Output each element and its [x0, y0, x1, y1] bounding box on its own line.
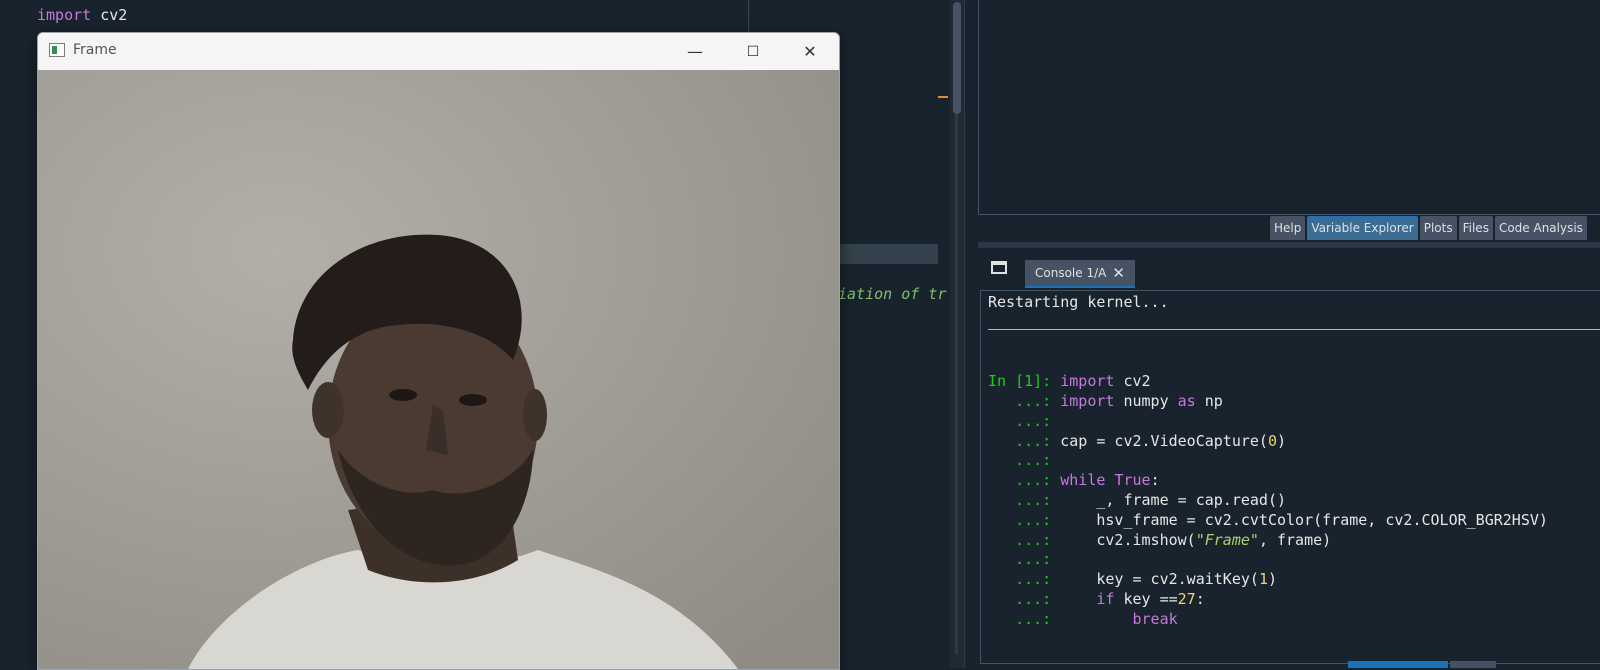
- close-icon[interactable]: ✕: [1112, 264, 1125, 282]
- bottom-tab-active[interactable]: [1348, 661, 1448, 668]
- maximize-button[interactable]: ☐: [724, 33, 782, 70]
- continuation-line: ...:: [988, 411, 1061, 430]
- console-output[interactable]: Restarting kernel... In [1]: import cv2 …: [980, 290, 1600, 664]
- tab-code-analysis[interactable]: Code Analysis: [1494, 216, 1587, 240]
- console-tab-label: Console 1/A: [1035, 266, 1107, 280]
- window-title: Frame: [73, 42, 117, 58]
- continuation-line: ...: cv2.imshow("Frame", frame): [988, 530, 1332, 549]
- tab-files[interactable]: Files: [1458, 216, 1493, 240]
- continuation-line: ...:: [988, 451, 1061, 470]
- keyword: import: [37, 6, 92, 24]
- continuation-line: ...: cap = cv2.VideoCapture(0): [988, 431, 1287, 450]
- input-prompt-line: In [1]: import cv2: [988, 372, 1151, 391]
- console-lines: Restarting kernel... In [1]: import cv2 …: [988, 293, 1548, 630]
- warning-marker: [938, 96, 948, 98]
- window-titlebar[interactable]: Frame — ☐ ✕: [38, 33, 839, 70]
- continuation-line: ...: if key ==27:: [988, 589, 1205, 608]
- frame-window[interactable]: Frame — ☐ ✕: [37, 32, 840, 670]
- webcam-frame: [38, 70, 839, 669]
- close-button[interactable]: ✕: [781, 33, 839, 70]
- continuation-line: ...: _, frame = cap.read(): [988, 490, 1287, 509]
- window-options-icon[interactable]: [991, 261, 1007, 274]
- code-text: cv2: [91, 6, 128, 24]
- variable-explorer-pane: [978, 0, 1600, 215]
- continuation-line: ...: import numpy as np: [988, 391, 1223, 410]
- restart-message: Restarting kernel...: [988, 293, 1169, 311]
- editor-line-1: import cv2: [37, 5, 127, 25]
- current-line-highlight: [838, 244, 938, 264]
- continuation-line: ...: while True:: [988, 471, 1160, 490]
- continuation-line: ...: key = cv2.waitKey(1): [988, 570, 1277, 589]
- tab-variable-explorer[interactable]: Variable Explorer: [1307, 216, 1418, 240]
- continuation-line: ...: hsv_frame = cv2.cvtColor(frame, cv2…: [988, 510, 1548, 529]
- editor-scrollbar[interactable]: [950, 0, 964, 668]
- webcam-image: [38, 70, 839, 669]
- scrollbar-track: [955, 114, 958, 654]
- tab-plots[interactable]: Plots: [1419, 216, 1457, 240]
- app-icon: [49, 43, 65, 57]
- continuation-line: ...:: [988, 550, 1061, 569]
- continuation-line: ...: break: [988, 609, 1178, 628]
- minimize-button[interactable]: —: [666, 33, 724, 70]
- pane-tabbar: Help Variable Explorer Plots Files Code …: [1270, 216, 1587, 240]
- comment-fragment: iation of tr: [838, 285, 947, 303]
- tab-console[interactable]: Console 1/A ✕: [1025, 260, 1135, 288]
- edge-line: [748, 0, 749, 36]
- tab-help[interactable]: Help: [1270, 216, 1306, 240]
- pane-splitter[interactable]: [964, 0, 979, 668]
- ipython-console: Console 1/A ✕ Restarting kernel... In [1…: [978, 248, 1600, 668]
- bottom-tab[interactable]: [1450, 661, 1496, 668]
- scrollbar-thumb[interactable]: [953, 2, 961, 114]
